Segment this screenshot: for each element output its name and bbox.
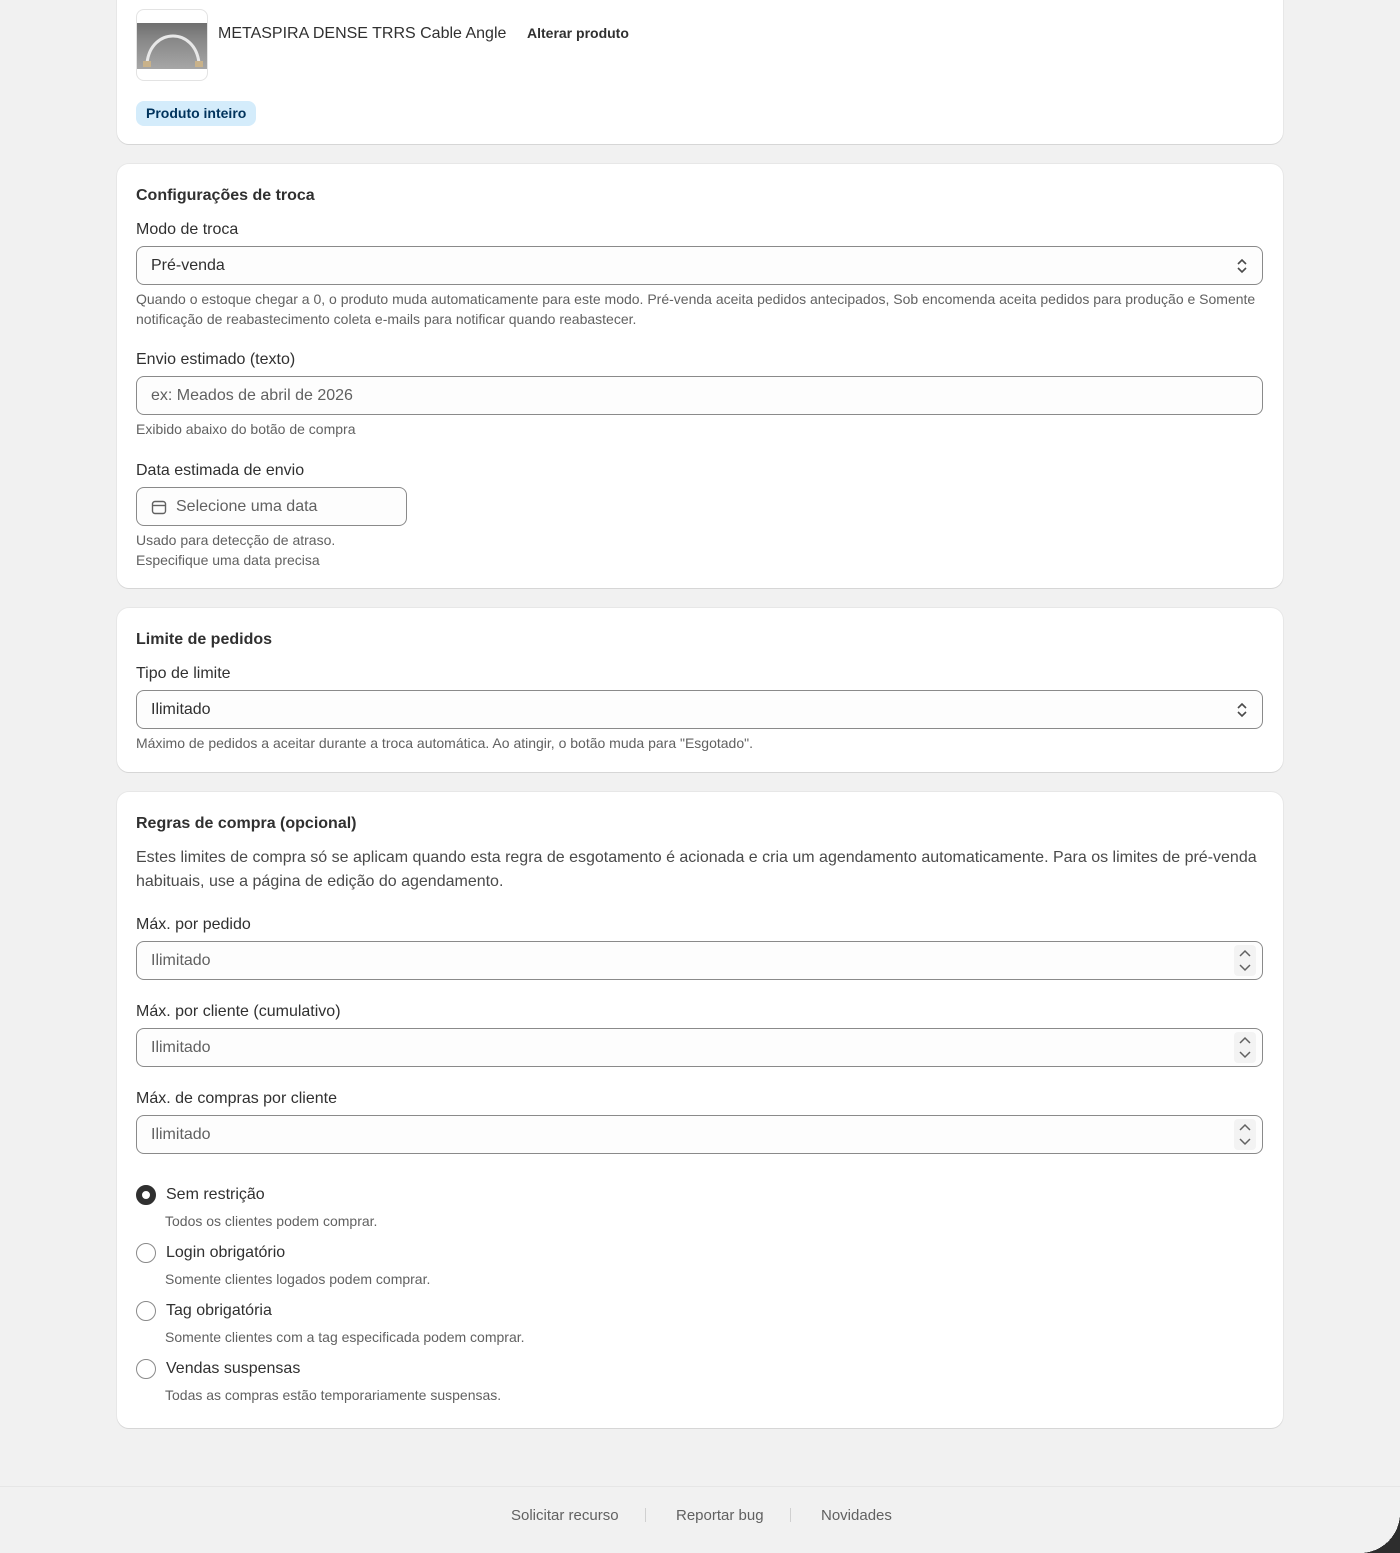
footer-separator: [645, 1508, 646, 1522]
max-per-customer-input[interactable]: Ilimitado: [136, 1028, 1263, 1067]
radio-label: Sem restrição: [166, 1186, 265, 1203]
radio-option-login-required[interactable]: Login obrigatório: [136, 1243, 285, 1263]
ship-text-input[interactable]: ex: Meados de abril de 2026: [136, 376, 1263, 415]
mode-label: Modo de troca: [136, 221, 239, 238]
number-stepper[interactable]: [1234, 945, 1256, 976]
select-chevrons-icon: [1237, 702, 1247, 718]
purchase-rules-title: Regras de compra (opcional): [136, 815, 357, 832]
mode-select[interactable]: Pré-venda: [136, 246, 1263, 285]
footer: Solicitar recurso Reportar bug Novidades: [0, 1486, 1400, 1553]
max-purchases-label: Máx. de compras por cliente: [136, 1090, 337, 1107]
order-limit-title: Limite de pedidos: [136, 631, 273, 648]
scope-badge: Produto inteiro: [136, 101, 257, 126]
ship-date-help-2: Especifique uma data precisa: [136, 552, 320, 568]
radio-option-no-restriction[interactable]: Sem restrição: [136, 1185, 265, 1205]
radio-label: Login obrigatório: [166, 1244, 286, 1261]
max-per-order-input[interactable]: Ilimitado: [136, 941, 1263, 980]
product-name: METASPIRA DENSE TRRS Cable Angle: [218, 25, 507, 42]
limit-type-select[interactable]: Ilimitado: [136, 690, 1263, 729]
stepper-chevrons-icon: [1239, 1123, 1251, 1146]
product-thumbnail: [136, 9, 208, 81]
mode-help: Quando o estoque chegar a 0, o produto m…: [136, 291, 1256, 327]
limit-type-label: Tipo de limite: [136, 665, 231, 682]
order-limit-card: Limite de pedidos Tipo de limite Ilimita…: [117, 608, 1283, 772]
stepper-chevrons-icon: [1239, 1036, 1251, 1059]
max-per-order-label: Máx. por pedido: [136, 916, 251, 933]
radio-option-sales-suspended[interactable]: Vendas suspensas: [136, 1359, 300, 1379]
radio-help: Todos os clientes podem comprar.: [165, 1213, 378, 1229]
radio-label: Tag obrigatória: [166, 1302, 272, 1319]
ship-date-picker[interactable]: Selecione uma data: [136, 487, 407, 526]
cable-image-icon: [143, 34, 203, 67]
exchange-settings-title: Configurações de troca: [136, 187, 315, 204]
ship-text-help: Exibido abaixo do botão de compra: [136, 421, 356, 437]
radio-button[interactable]: [136, 1301, 156, 1321]
mode-select-value: Pré-venda: [151, 256, 225, 274]
ship-text-placeholder: ex: Meados de abril de 2026: [151, 386, 353, 404]
radio-help: Todas as compras estão temporariamente s…: [165, 1387, 502, 1403]
exchange-settings-card: Configurações de troca Modo de troca Pré…: [117, 164, 1283, 588]
radio-button[interactable]: [136, 1359, 156, 1379]
window-corner: [1360, 1513, 1400, 1553]
ship-date-placeholder: Selecione uma data: [176, 497, 318, 515]
stepper-chevrons-icon: [1239, 949, 1251, 972]
radio-help: Somente clientes com a tag especificada …: [165, 1329, 525, 1345]
max-per-customer-label: Máx. por cliente (cumulativo): [136, 1003, 341, 1020]
news-link[interactable]: Novidades: [821, 1507, 892, 1524]
footer-separator: [790, 1508, 791, 1522]
ship-text-label: Envio estimado (texto): [136, 351, 296, 368]
number-stepper[interactable]: [1234, 1032, 1256, 1063]
max-purchases-input[interactable]: Ilimitado: [136, 1115, 1263, 1154]
radio-label: Vendas suspensas: [166, 1360, 301, 1377]
radio-button[interactable]: [136, 1243, 156, 1263]
report-bug-link[interactable]: Reportar bug: [676, 1507, 764, 1524]
radio-button[interactable]: [136, 1185, 156, 1205]
number-stepper[interactable]: [1234, 1119, 1256, 1150]
ship-date-label: Data estimada de envio: [136, 462, 305, 479]
product-image: [137, 23, 207, 69]
product-card: METASPIRA DENSE TRRS Cable Angle Alterar…: [117, 0, 1283, 144]
ship-date-help-1: Usado para detecção de atraso.: [136, 532, 336, 548]
max-per-order-placeholder: Ilimitado: [151, 951, 211, 969]
limit-type-help: Máximo de pedidos a aceitar durante a tr…: [136, 735, 753, 751]
max-per-customer-placeholder: Ilimitado: [151, 1038, 211, 1056]
purchase-rules-card: Regras de compra (opcional) Estes limite…: [117, 792, 1283, 1428]
select-chevrons-icon: [1237, 258, 1247, 274]
radio-help: Somente clientes logados podem comprar.: [165, 1271, 431, 1287]
limit-type-value: Ilimitado: [151, 700, 211, 718]
request-feature-link[interactable]: Solicitar recurso: [511, 1507, 619, 1524]
calendar-icon: [151, 500, 167, 514]
max-purchases-placeholder: Ilimitado: [151, 1125, 211, 1143]
change-product-link[interactable]: Alterar produto: [527, 25, 629, 41]
purchase-rules-description: Estes limites de compra só se aplicam qu…: [136, 849, 1257, 890]
radio-option-tag-required[interactable]: Tag obrigatória: [136, 1301, 272, 1321]
